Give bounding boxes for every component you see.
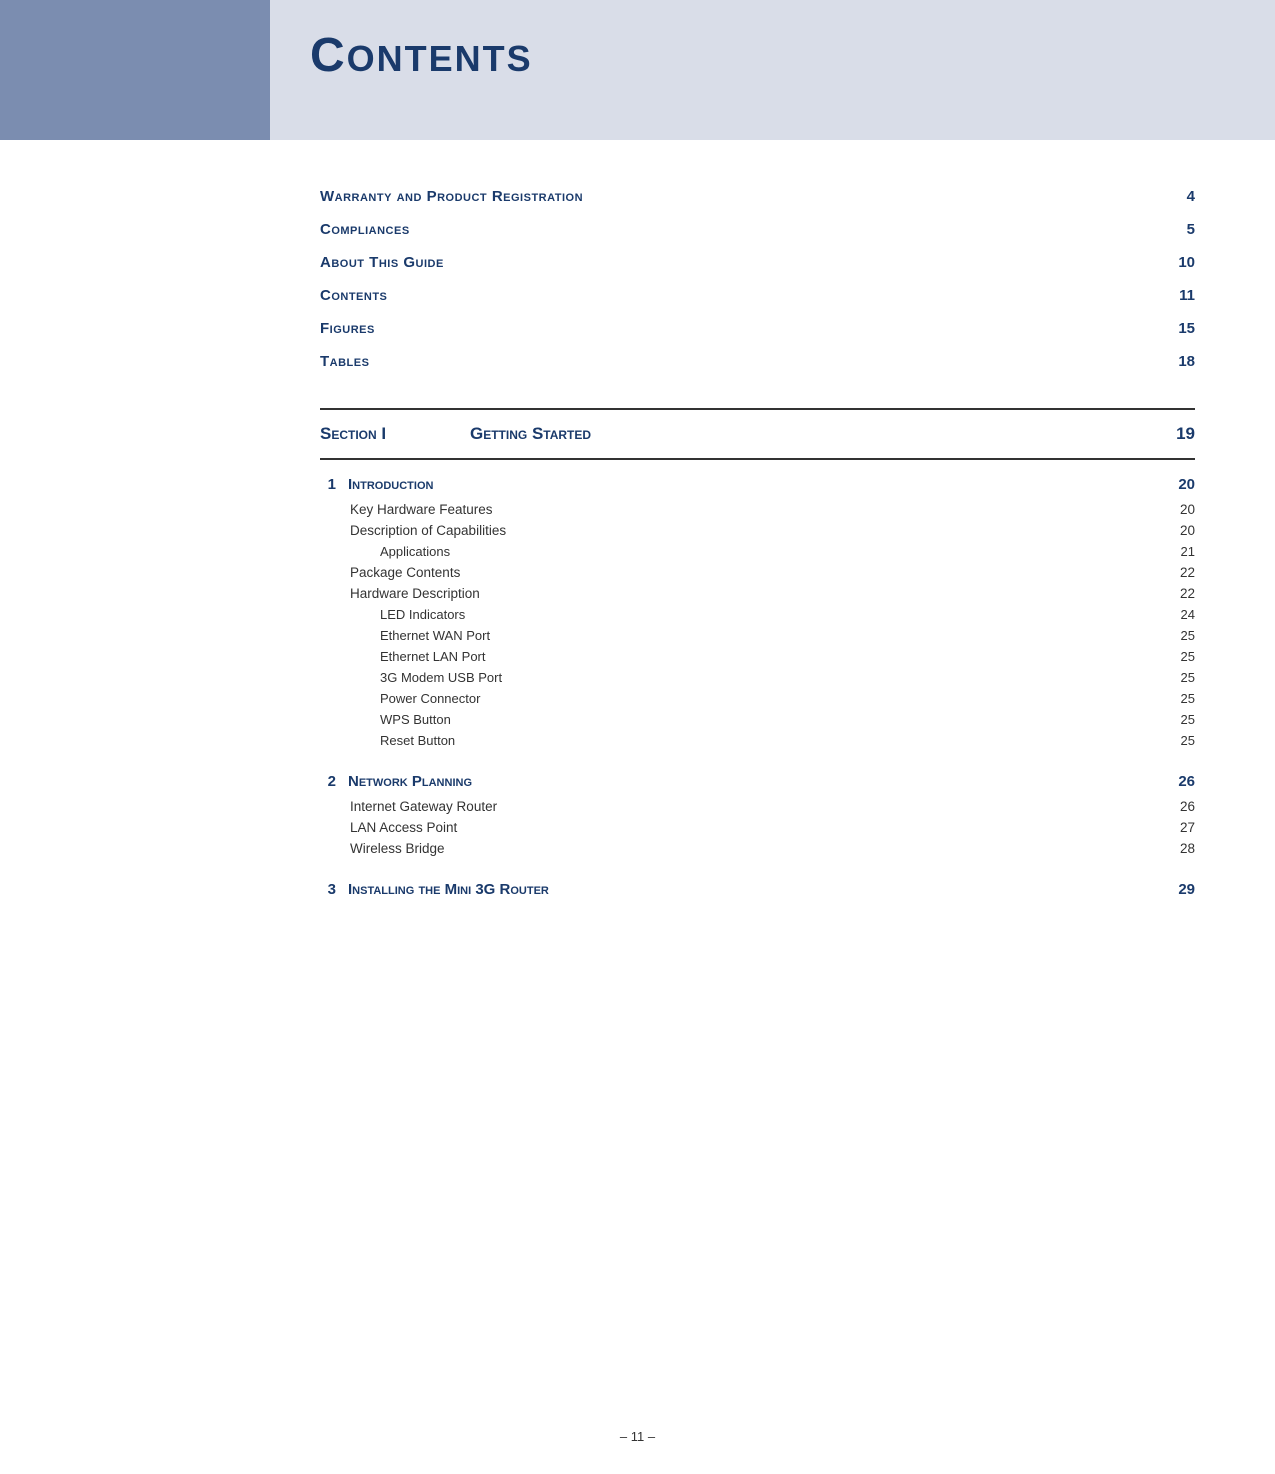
chapter-1-page: 20 [1165,476,1195,493]
sub-page-desc-capabilities: 20 [1165,523,1195,538]
toc-entry-warranty: Warranty and Product Registration 4 [320,180,1195,213]
sub-page-internet-gw: 26 [1165,799,1195,814]
sub-page-key-hardware: 20 [1165,502,1195,517]
page-title: CONTENTS [310,28,1235,83]
header-sidebar-block [0,0,270,140]
chapter-3-title: Installing the Mini 3G Router [348,881,549,898]
toc-title-about: About This Guide [320,254,444,271]
sub-title-internet-gw: Internet Gateway Router [350,799,497,814]
section-i-page: 19 [1165,424,1195,444]
deep-page-usb: 25 [1165,670,1195,685]
toc-page-tables: 18 [1165,353,1195,370]
ch1-deep-led: LED Indicators 24 [320,604,1195,625]
toc-entry-figures: Figures 15 [320,312,1195,345]
deep-title-reset: Reset Button [380,733,455,748]
toc-entry-tables: Tables 18 [320,345,1195,378]
sub-page-wireless-bridge: 28 [1165,841,1195,856]
ch1-sub-package-contents: Package Contents 22 [320,562,1195,583]
chapter-1-block: 1 Introduction 20 Key Hardware Features … [320,470,1195,751]
toc-section: Warranty and Product Registration 4 Comp… [320,180,1195,378]
toc-title-contents: Contents [320,287,387,304]
toc-entry-compliances: Compliances 5 [320,213,1195,246]
toc-page-compliances: 5 [1165,221,1195,238]
ch1-sub-key-hardware: Key Hardware Features 20 [320,499,1195,520]
deep-page-lan: 25 [1165,649,1195,664]
chapter-2-num: 2 [320,773,336,790]
ch1-deep-wps: WPS Button 25 [320,709,1195,730]
sub-title-hardware-desc: Hardware Description [350,586,480,601]
chapter-1-num: 1 [320,476,336,493]
sub-page-package-contents: 22 [1165,565,1195,580]
chapter-3-block: 3 Installing the Mini 3G Router 29 [320,875,1195,904]
deep-title-led: LED Indicators [380,607,465,622]
page: CONTENTS Warranty and Product Registrati… [0,0,1275,1474]
deep-page-led: 24 [1165,607,1195,622]
chapter-2-block: 2 Network Planning 26 Internet Gateway R… [320,767,1195,859]
ch1-deep-lan: Ethernet LAN Port 25 [320,646,1195,667]
chapter-1-num-title: 1 Introduction [320,476,433,493]
ch2-sub-internet-gw: Internet Gateway Router 26 [320,796,1195,817]
content-area: Warranty and Product Registration 4 Comp… [0,140,1275,944]
toc-title-compliances: Compliances [320,221,410,238]
deep-page-wps: 25 [1165,712,1195,727]
chapter-3-num-title: 3 Installing the Mini 3G Router [320,881,549,898]
chapter-1-title: Introduction [348,476,433,493]
toc-title-figures: Figures [320,320,375,337]
deep-title-power: Power Connector [380,691,480,706]
chapter-2-row: 2 Network Planning 26 [320,767,1195,796]
ch2-sub-lan-ap: LAN Access Point 27 [320,817,1195,838]
chapter-3-num: 3 [320,881,336,898]
deep-title-wan: Ethernet WAN Port [380,628,490,643]
deep-title-lan: Ethernet LAN Port [380,649,486,664]
toc-page-contents: 11 [1165,287,1195,304]
chapter-1-row: 1 Introduction 20 [320,470,1195,499]
chapter-3-row: 3 Installing the Mini 3G Router 29 [320,875,1195,904]
ch2-sub-wireless-bridge: Wireless Bridge 28 [320,838,1195,859]
deep-title-wps: WPS Button [380,712,451,727]
footer: – 11 – [0,1409,1275,1454]
ch1-sub-hardware-desc: Hardware Description 22 [320,583,1195,604]
section-i-header: Section I Getting Started 19 [320,410,1195,460]
chapter-2-page: 26 [1165,773,1195,790]
chapter-3-page: 29 [1165,881,1195,898]
header-banner: CONTENTS [0,0,1275,140]
sub-title-key-hardware: Key Hardware Features [350,502,493,517]
toc-entry-about: About This Guide 10 [320,246,1195,279]
deep-page-applications: 21 [1165,544,1195,559]
sub-title-package-contents: Package Contents [350,565,460,580]
toc-entry-contents: Contents 11 [320,279,1195,312]
section-i-label: Section I [320,424,450,444]
toc-title-warranty: Warranty and Product Registration [320,188,583,205]
sub-title-desc-capabilities: Description of Capabilities [350,523,506,538]
section-i-title: Getting Started [470,424,1165,444]
sub-page-hardware-desc: 22 [1165,586,1195,601]
chapter-2-title: Network Planning [348,773,472,790]
toc-page-figures: 15 [1165,320,1195,337]
header-title-area: CONTENTS [270,0,1275,111]
toc-page-warranty: 4 [1165,188,1195,205]
sub-title-wireless-bridge: Wireless Bridge [350,841,445,856]
footer-text: – 11 – [620,1429,655,1444]
deep-page-power: 25 [1165,691,1195,706]
ch1-deep-reset: Reset Button 25 [320,730,1195,751]
ch1-deep-power: Power Connector 25 [320,688,1195,709]
ch1-deep-applications: Applications 21 [320,541,1195,562]
toc-page-about: 10 [1165,254,1195,271]
sub-title-lan-ap: LAN Access Point [350,820,457,835]
ch1-sub-desc-capabilities: Description of Capabilities 20 [320,520,1195,541]
deep-title-usb: 3G Modem USB Port [380,670,502,685]
deep-page-reset: 25 [1165,733,1195,748]
sub-page-lan-ap: 27 [1165,820,1195,835]
deep-page-wan: 25 [1165,628,1195,643]
deep-title-applications: Applications [380,544,450,559]
toc-title-tables: Tables [320,353,369,370]
ch1-deep-usb: 3G Modem USB Port 25 [320,667,1195,688]
ch1-deep-wan: Ethernet WAN Port 25 [320,625,1195,646]
chapter-2-num-title: 2 Network Planning [320,773,472,790]
